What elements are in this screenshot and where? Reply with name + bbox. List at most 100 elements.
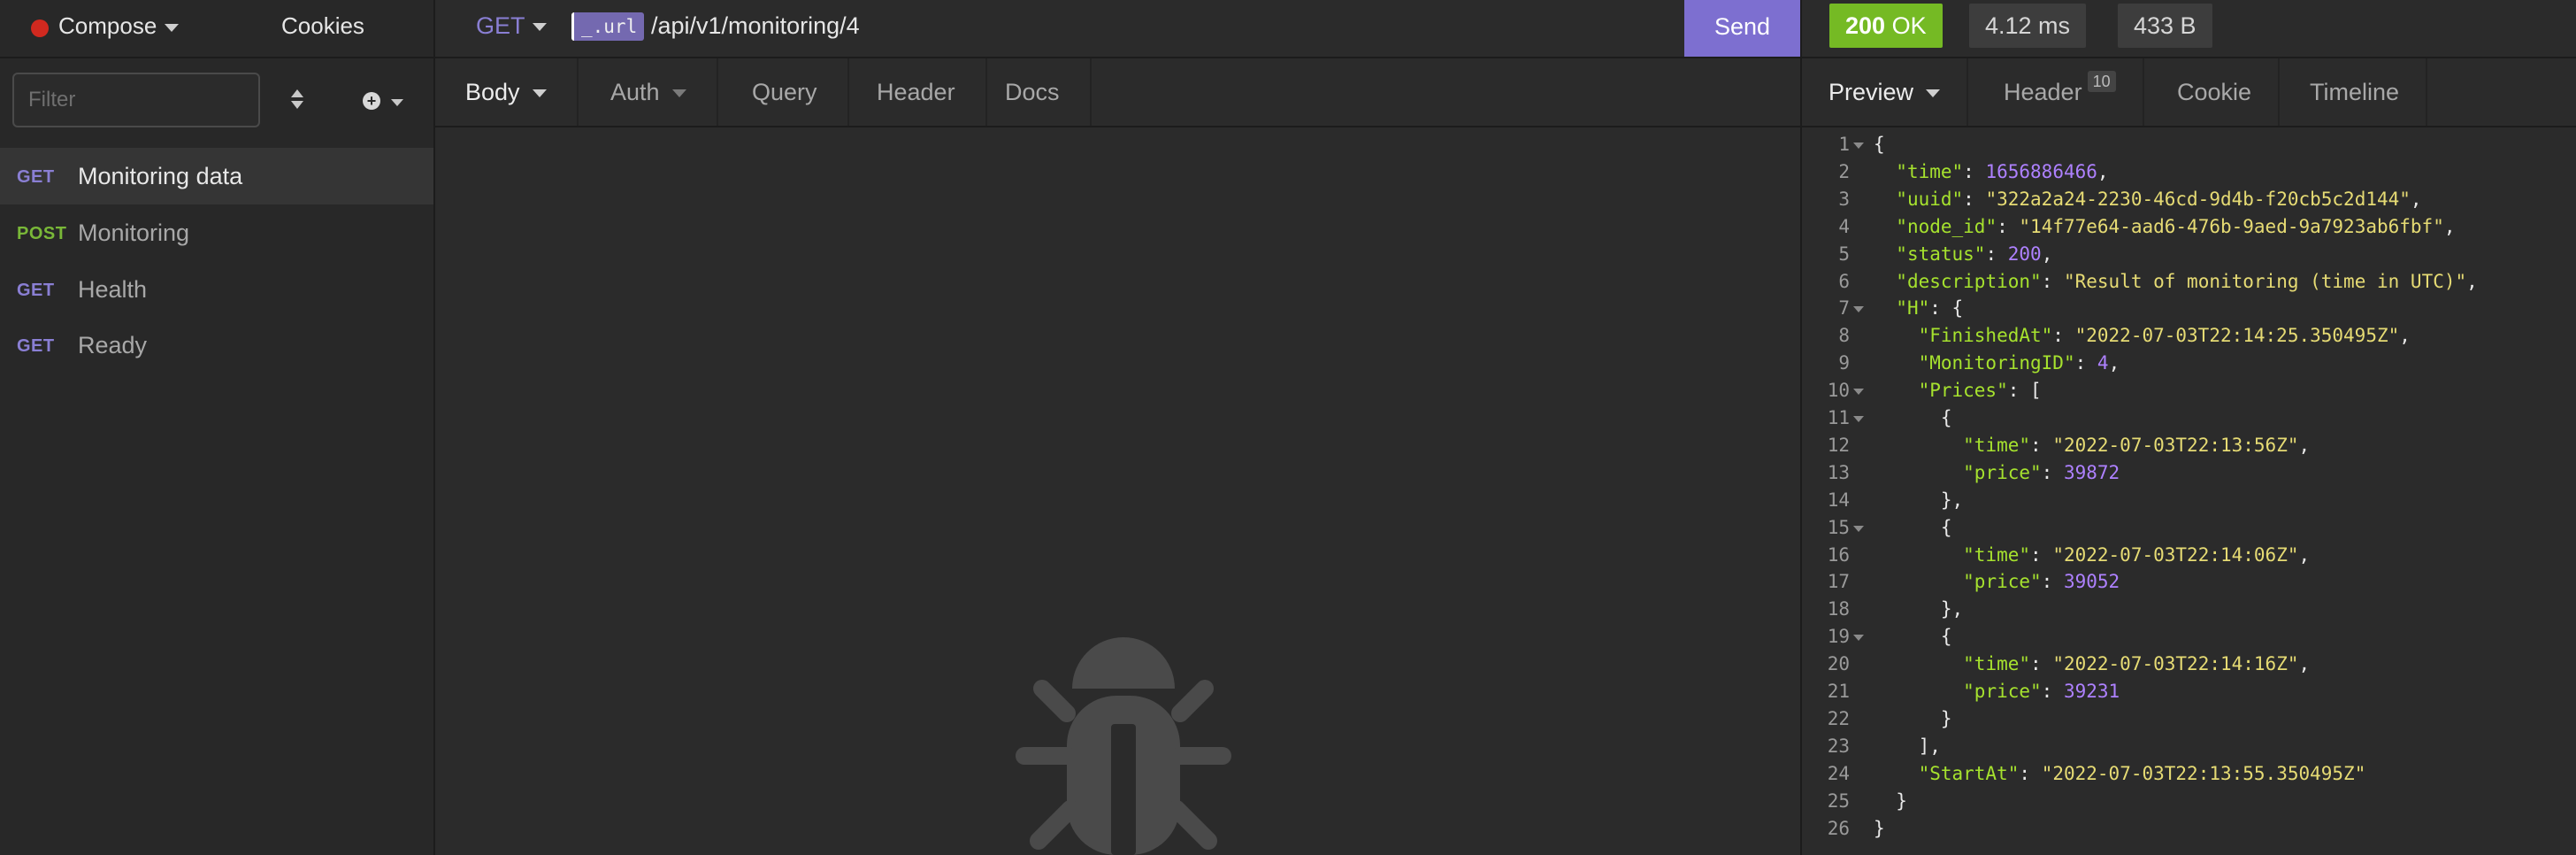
line-number: 21 [1827, 681, 1850, 702]
fold-toggle-icon[interactable] [1853, 525, 1864, 532]
line-number: 23 [1827, 735, 1850, 757]
response-tabs: Preview Header 10 Cookie Timeline [1802, 58, 2576, 127]
code-text: "time": "2022-07-03T22:13:56Z", [1963, 434, 2311, 456]
code-text: { [1874, 134, 1885, 155]
line-number: 18 [1827, 598, 1850, 620]
status-text: OK [1891, 12, 1927, 39]
sidebar: Compose Cookies + GET Monitoring data PO… [0, 0, 435, 855]
request-item[interactable]: GET Monitoring data [0, 148, 433, 204]
line-number: 24 [1827, 762, 1850, 784]
line-number: 11 [1827, 407, 1850, 428]
status-code: 200 [1845, 12, 1886, 39]
tab-docs[interactable]: Docs [975, 58, 1092, 126]
code-text: "price": 39052 [1963, 571, 2120, 593]
request-method: GET [17, 336, 55, 356]
request-item[interactable]: GET Ready [0, 317, 433, 374]
chevron-down-icon [165, 24, 179, 32]
url-variable-tag[interactable]: _.url [571, 12, 645, 41]
code-text: }, [1874, 598, 1964, 620]
tab-label: Docs [1005, 79, 1060, 105]
line-number: 26 [1827, 817, 1850, 839]
line-number: 22 [1827, 707, 1850, 729]
code-text: "description": "Result of monitoring (ti… [1896, 270, 2478, 292]
tab-auth[interactable]: Auth [580, 58, 718, 126]
response-status-bar: 200 OK 4.12 ms 433 B [1802, 0, 2576, 58]
chevron-down-icon [391, 99, 403, 106]
tab-label: Preview [1828, 79, 1914, 105]
tab-body[interactable]: Body [435, 58, 579, 126]
line-number: 1 [1838, 134, 1850, 155]
url-input[interactable]: /api/v1/monitoring/4 [651, 12, 860, 40]
tab-label: Body [465, 79, 520, 105]
line-number: 13 [1827, 461, 1850, 483]
tab-query[interactable]: Query [722, 58, 849, 126]
code-text: "uuid": "322a2a24-2230-46cd-9d4b-f20cb5c… [1896, 188, 2422, 210]
plus-circle-icon: + [363, 92, 380, 110]
line-number: 8 [1838, 325, 1850, 347]
request-method: GET [17, 167, 55, 187]
code-text: "price": 39231 [1963, 681, 2120, 702]
url-bar: GET _.url /api/v1/monitoring/4 Send [435, 0, 1802, 58]
tab-timeline[interactable]: Timeline [2283, 58, 2428, 126]
line-number: 16 [1827, 543, 1850, 566]
request-item[interactable]: POST Monitoring [0, 204, 433, 261]
tab-label: Header [877, 79, 955, 105]
line-number: 3 [1838, 188, 1850, 210]
sidebar-header: Compose Cookies [0, 0, 435, 58]
line-number: 15 [1827, 516, 1850, 538]
send-button[interactable]: Send [1684, 0, 1800, 57]
line-number: 6 [1838, 270, 1850, 292]
chevron-down-icon [1926, 89, 1941, 98]
chevron-down-icon [532, 89, 547, 98]
code-text: "MonitoringID": 4, [1918, 352, 2120, 374]
code-text: "time": 1656886466, [1896, 160, 2109, 182]
tab-preview[interactable]: Preview [1802, 58, 1969, 126]
request-method: POST [17, 224, 67, 243]
code-text: { [1874, 516, 1952, 538]
code-text: "Prices": [ [1918, 380, 2042, 402]
code-text: { [1874, 407, 1952, 428]
filter-input[interactable] [12, 73, 260, 127]
tab-label: Cookie [2177, 79, 2252, 105]
response-size-badge: 433 B [2118, 4, 2212, 48]
request-pane: GET _.url /api/v1/monitoring/4 Send Body… [435, 0, 1802, 855]
fold-toggle-icon[interactable] [1853, 306, 1864, 313]
tab-label: Query [752, 79, 817, 105]
line-number: 5 [1838, 243, 1850, 265]
response-pane: 200 OK 4.12 ms 433 B Preview Header 10 Co… [1802, 0, 2576, 855]
request-item[interactable]: GET Health [0, 261, 433, 318]
line-number: 12 [1827, 434, 1850, 456]
fold-toggle-icon[interactable] [1853, 635, 1864, 642]
line-number: 17 [1827, 571, 1850, 593]
request-name: Health [78, 276, 148, 303]
method-label: GET [476, 12, 525, 39]
line-number: 14 [1827, 489, 1850, 511]
fold-toggle-icon[interactable] [1853, 142, 1864, 149]
code-text: } [1874, 817, 1885, 839]
line-number: 19 [1827, 626, 1850, 648]
tab-response-header[interactable]: Header 10 [1977, 58, 2144, 126]
request-name: Monitoring data [78, 163, 243, 189]
status-badge: 200 OK [1829, 4, 1943, 48]
fold-toggle-icon[interactable] [1853, 416, 1864, 422]
code-text: "time": "2022-07-03T22:14:06Z", [1963, 543, 2311, 566]
bug-icon [1016, 637, 1231, 855]
line-number: 25 [1827, 790, 1850, 812]
response-time-badge: 4.12 ms [1969, 4, 2087, 48]
header-count-badge: 10 [2087, 71, 2116, 92]
line-number: 9 [1838, 352, 1850, 374]
code-text: "node_id": "14f77e64-aad6-476b-9aed-9a79… [1896, 215, 2456, 237]
sort-icon[interactable] [285, 85, 310, 115]
add-request-button[interactable]: + [361, 87, 412, 115]
code-text: { [1874, 626, 1952, 648]
tab-cookie[interactable]: Cookie [2150, 58, 2281, 126]
cookies-button[interactable]: Cookies [281, 12, 364, 40]
tab-header[interactable]: Header [847, 58, 987, 126]
code-text: }, [1874, 489, 1964, 511]
code-text: "StartAt": "2022-07-03T22:13:55.350495Z" [1918, 762, 2366, 784]
line-number: 20 [1827, 653, 1850, 675]
tab-label: Header [2004, 79, 2082, 105]
line-number: 7 [1838, 297, 1850, 320]
response-body-viewer[interactable]: 1 {2 "time": 1656886466, 3 "uuid": "322a2a… [1802, 129, 2576, 855]
fold-toggle-icon[interactable] [1853, 389, 1864, 396]
